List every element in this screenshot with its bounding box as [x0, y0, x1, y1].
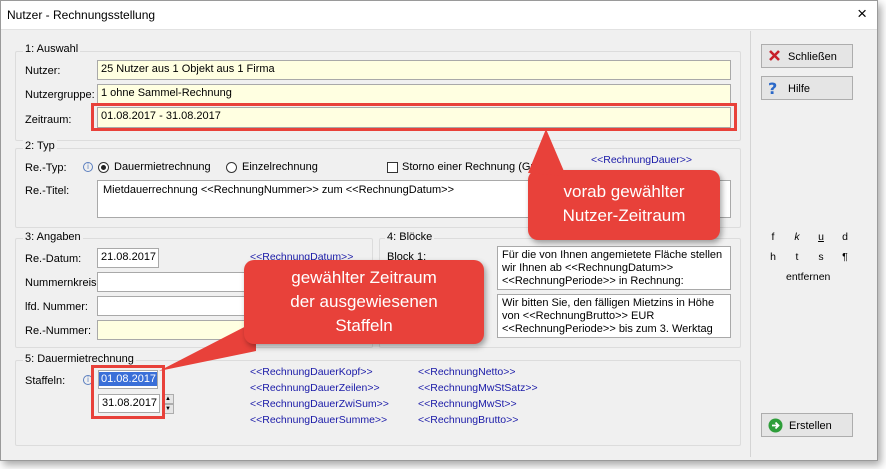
placeholder-netto[interactable]: <<RechnungNetto>> [418, 366, 516, 378]
format-h-button[interactable]: h [766, 251, 780, 263]
entfernen-button[interactable]: entfernen [786, 271, 830, 283]
placeholder-brutto[interactable]: <<RechnungBrutto>> [418, 414, 518, 426]
hilfe-label: Hilfe [788, 83, 811, 95]
radio-dauermietrechnung-label: Dauermietrechnung [114, 161, 211, 173]
group-typ-title: 2: Typ [23, 140, 57, 152]
block2-line: <<RechnungPeriode>> bis zum 3. Werktag [502, 323, 713, 335]
staffeln-label: Staffeln: [25, 375, 66, 387]
block1-field[interactable]: Für die von Ihnen angemietete Fläche ste… [497, 246, 731, 290]
callout-line: der ausgewiesenen [290, 292, 438, 311]
group-dauermietrechnung-title: 5: Dauermietrechnung [23, 353, 136, 365]
placeholder-dauerkopf[interactable]: <<RechnungDauerKopf>> [250, 366, 373, 378]
format-f-button[interactable]: f [766, 231, 780, 243]
placeholder-mwst[interactable]: <<RechnungMwSt>> [418, 398, 517, 410]
placeholder-rechnungdauer[interactable]: <<RechnungDauer>> [591, 154, 692, 166]
erstellen-button[interactable]: Erstellen [761, 413, 853, 437]
callout-line: Staffeln [335, 316, 393, 335]
block1-line: <<RechnungPeriode>> in Rechnung: [502, 275, 684, 287]
nutzer-field[interactable]: 25 Nutzer aus 1 Objekt aus 1 Firma [97, 60, 731, 80]
radio-einzelrechnung[interactable] [226, 162, 237, 173]
renummer-label: Re.-Nummer: [25, 325, 92, 337]
block2-field[interactable]: Wir bitten Sie, den fälligen Mietzins in… [497, 294, 731, 338]
zeitraum-label: Zeitraum: [25, 114, 72, 126]
nutzergruppe-field[interactable]: 1 ohne Sammel-Rechnung [97, 84, 731, 104]
nutzergruppe-label: Nutzergruppe: [25, 89, 95, 101]
format-paragraph-button[interactable]: ¶ [838, 251, 852, 263]
help-icon: ? [768, 79, 778, 98]
schliessen-label: Schließen [788, 51, 837, 63]
lfdnummer-field[interactable] [97, 296, 247, 316]
format-d-button[interactable]: d [838, 231, 852, 243]
block1-line: Für die von Ihnen angemietete Fläche ste… [502, 249, 723, 261]
callout-line: gewählter Zeitraum [291, 268, 437, 287]
placeholder-dauerzwisum[interactable]: <<RechnungDauerZwiSum>> [250, 398, 389, 410]
title-bar: Nutzer - Rechnungsstellung × [1, 1, 877, 30]
zeitraum-highlight [91, 103, 737, 131]
window-title: Nutzer - Rechnungsstellung [7, 8, 156, 22]
callout-line: Nutzer-Zeitraum [562, 206, 686, 225]
block2-line: von <<RechnungBrutto>> EUR [502, 310, 655, 322]
radio-dauermietrechnung[interactable] [98, 162, 109, 173]
nummernkreis-label: Nummernkreis: [25, 277, 100, 289]
schliessen-button[interactable]: Schließen [761, 44, 853, 68]
close-icon[interactable]: × [857, 4, 867, 24]
callout-staffel-zeitraum: gewählter Zeitraum der ausgewiesenen Sta… [244, 260, 484, 344]
radio-einzelrechnung-label: Einzelrechnung [242, 161, 318, 173]
hilfe-button[interactable]: ? Hilfe [761, 76, 853, 100]
format-s-button[interactable]: s [814, 251, 828, 263]
group-bloecke-title: 4: Blöcke [385, 231, 435, 243]
nummernkreis-field[interactable] [97, 272, 247, 292]
block2-line: Wir bitten Sie, den fälligen Mietzins in… [502, 297, 715, 309]
callout-pointer-top [528, 129, 566, 176]
format-u-button[interactable]: u [814, 231, 828, 243]
storno-checkbox[interactable] [387, 162, 398, 173]
dialog-window: Nutzer - Rechnungsstellung × 1: Auswahl … [0, 0, 878, 461]
placeholder-dauersumme[interactable]: <<RechnungDauerSumme>> [250, 414, 387, 426]
format-k-button[interactable]: k [790, 231, 804, 243]
block1-line: wir Ihnen ab <<RechnungDatum>> [502, 262, 674, 274]
placeholder-mwstsatz[interactable]: <<RechnungMwStSatz>> [418, 382, 538, 394]
placeholder-dauerzeilen[interactable]: <<RechnungDauerZeilen>> [250, 382, 380, 394]
retyp-label: Re.-Typ: [25, 162, 67, 174]
erstellen-label: Erstellen [789, 420, 832, 432]
redatum-label: Re.-Datum: [25, 253, 82, 265]
info-icon: i [83, 162, 93, 172]
nutzer-label: Nutzer: [25, 65, 61, 77]
redatum-field[interactable]: 21.08.2017 [97, 248, 159, 268]
arrow-right-icon [768, 418, 783, 433]
group-auswahl-title: 1: Auswahl [23, 43, 81, 55]
right-panel-divider [750, 31, 751, 457]
lfdnummer-label: lfd. Nummer: [25, 301, 88, 313]
group-angaben-title: 3: Angaben [23, 231, 83, 243]
close-x-icon [768, 49, 781, 62]
retitel-label: Re.-Titel: [25, 185, 70, 197]
format-t-button[interactable]: t [790, 251, 804, 263]
